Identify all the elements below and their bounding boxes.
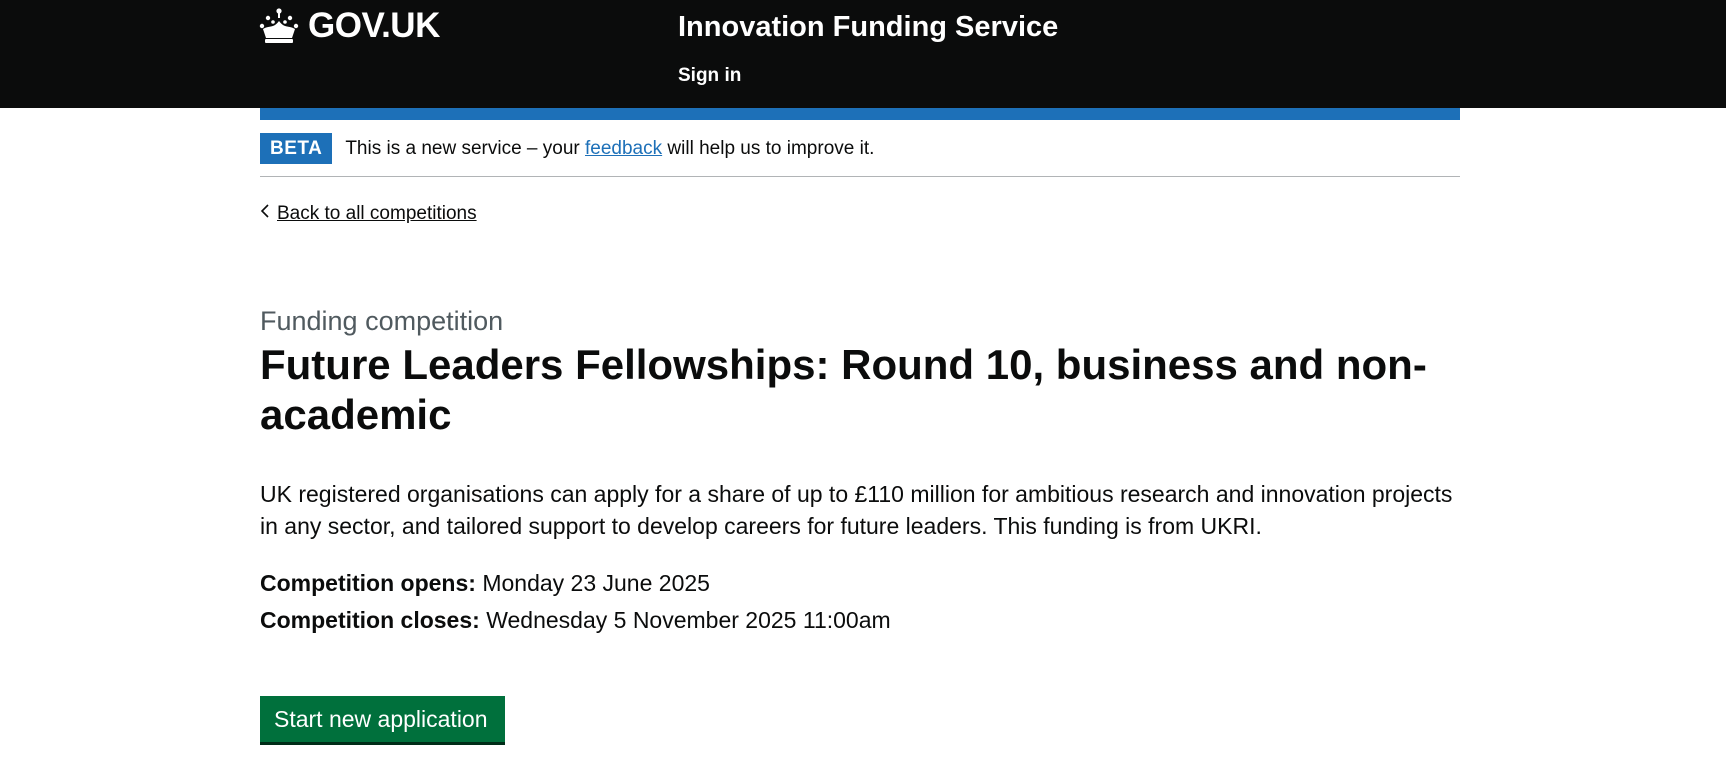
service-name-link[interactable]: Innovation Funding Service <box>678 9 1058 45</box>
govuk-logo-link[interactable]: GOV.UK <box>259 6 440 46</box>
competition-closes-value: Wednesday 5 November 2025 11:00am <box>479 607 891 633</box>
back-link-label: Back to all competitions <box>277 203 477 224</box>
phase-banner-text-before: This is a new service – your <box>345 138 586 159</box>
phase-banner-text: This is a new service – your feedback wi… <box>345 133 874 164</box>
crown-icon <box>259 7 299 45</box>
site-header: GOV.UK Innovation Funding Service Sign i… <box>0 0 1726 108</box>
feedback-link[interactable]: feedback <box>585 138 662 159</box>
phase-banner-text-after: will help us to improve it. <box>662 138 875 159</box>
back-to-competitions-link[interactable]: Back to all competitions <box>260 202 477 226</box>
competition-opens-value: Monday 23 June 2025 <box>475 570 710 596</box>
competition-opens-label: Competition opens: <box>260 570 476 596</box>
page-title: Future Leaders Fellowships: Round 10, bu… <box>260 341 1427 438</box>
page-caption: Funding competition <box>260 306 504 336</box>
competition-closes-row: Competition closes: Wednesday 5 November… <box>260 602 891 639</box>
competition-dates: Competition opens: Monday 23 June 2025 C… <box>260 565 891 639</box>
competition-opens-row: Competition opens: Monday 23 June 2025 <box>260 565 891 602</box>
phase-banner: BETA This is a new service – your feedba… <box>260 133 1460 177</box>
start-new-application-button[interactable]: Start new application <box>260 696 505 742</box>
beta-tag: BETA <box>260 133 333 164</box>
competition-closes-label: Competition closes: <box>260 607 480 633</box>
competition-summary: UK registered organisations can apply fo… <box>260 481 1453 539</box>
chevron-left-icon <box>260 202 274 226</box>
govuk-logo-text: GOV.UK <box>308 6 440 45</box>
sign-in-link[interactable]: Sign in <box>678 64 741 88</box>
header-underline-bar <box>260 108 1460 120</box>
